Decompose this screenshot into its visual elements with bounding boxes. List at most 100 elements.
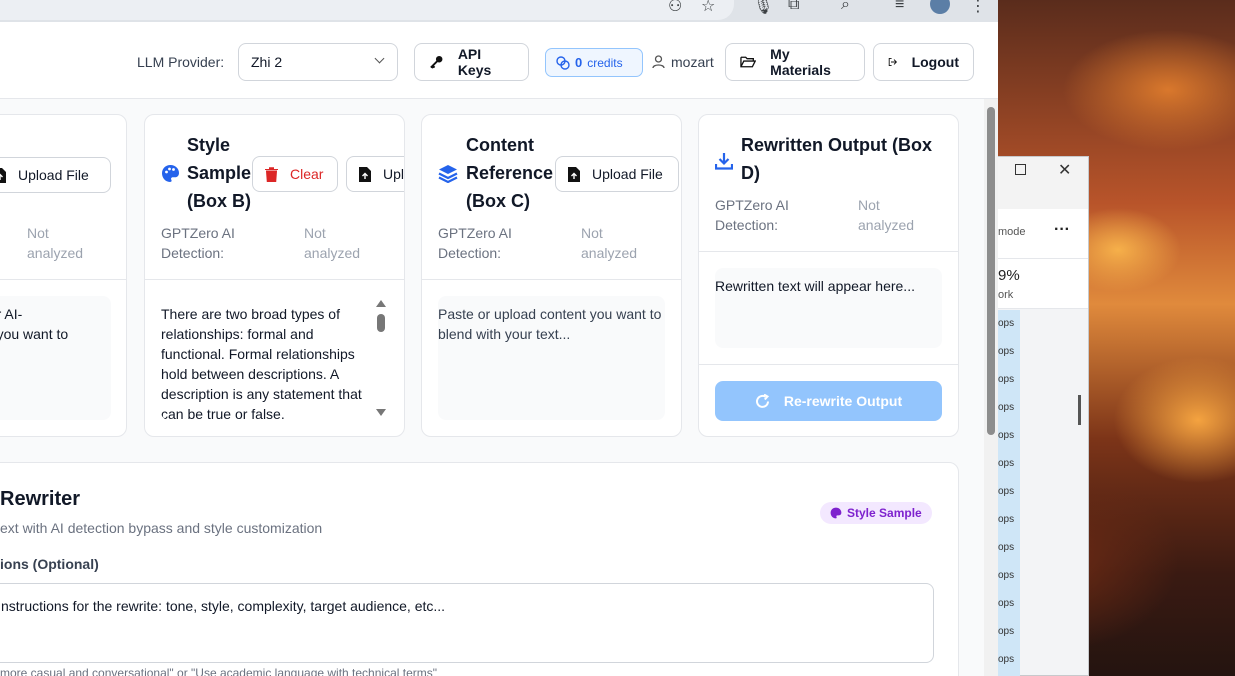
divider: [145, 279, 404, 280]
maximize-icon[interactable]: [1015, 164, 1026, 175]
box-a-upload-label: Upload File: [18, 167, 89, 183]
my-materials-button[interactable]: My Materials: [725, 43, 865, 81]
percent-label: 9%: [998, 267, 1020, 284]
list-item[interactable]: ops: [998, 646, 1020, 674]
media-icon[interactable]: ≡: [895, 0, 904, 14]
style-sample-badge-label: Style Sample: [847, 506, 922, 520]
box-a-detection-value: Not analyzed: [27, 225, 84, 261]
box-c-upload-button[interactable]: Upload File: [555, 156, 679, 192]
background-window-toolbar: mode ···: [998, 209, 1088, 259]
more-options-icon[interactable]: ···: [1054, 221, 1070, 239]
box-b-scrollbar[interactable]: [376, 300, 386, 420]
divider: [0, 279, 126, 280]
api-keys-button[interactable]: API Keys: [414, 43, 529, 81]
list-item[interactable]: ops: [998, 338, 1020, 366]
instructions-input[interactable]: nstructions for the rewrite: tone, style…: [0, 583, 934, 663]
list-item[interactable]: ops: [998, 422, 1020, 450]
scroll-up-icon[interactable]: [376, 300, 386, 307]
incognito-icon[interactable]: ⚇: [668, 0, 682, 16]
refresh-icon: [755, 393, 769, 408]
background-window: ✕ mode ··· 9% ork ops ops ops ops ops op…: [998, 156, 1089, 676]
box-d-detection-value: Not analyzed: [858, 197, 915, 233]
list-item[interactable]: ops: [998, 590, 1020, 618]
address-bar[interactable]: [0, 0, 734, 20]
page-scrollbar-thumb[interactable]: [987, 107, 995, 435]
llm-provider-label: LLM Provider:: [137, 54, 225, 70]
box-d-detection-label: GPTZero AI Detection:: [715, 197, 789, 233]
avatar[interactable]: [930, 0, 950, 14]
instructions-hint: more casual and conversational" or "Use …: [0, 666, 437, 676]
layers-icon: [438, 165, 458, 183]
box-a-textarea[interactable]: our AI- at you want to: [0, 296, 111, 420]
rerewrite-label: Re-rewrite Output: [783, 393, 903, 409]
username: mozart: [671, 54, 714, 70]
style-sample-badge: Style Sample: [820, 502, 932, 524]
list-item[interactable]: ops: [998, 394, 1020, 422]
palette-icon: [162, 165, 179, 182]
scroll-down-icon[interactable]: [376, 409, 386, 416]
microphone-icon[interactable]: 🎙: [753, 0, 773, 16]
list-item[interactable]: ops: [998, 534, 1020, 562]
box-c-detection-value: Not analyzed: [581, 225, 638, 261]
rewriter-subtitle: ext with AI detection bypass and style c…: [0, 520, 323, 536]
list-item[interactable]: ops: [998, 310, 1020, 338]
box-a-card: Upload File Not analyzed our AI- at you …: [0, 114, 127, 437]
box-c-title: Content Reference (Box C): [466, 135, 554, 211]
bookmark-star-icon[interactable]: ☆: [701, 0, 715, 16]
box-b-textarea[interactable]: There are two broad types of relationshi…: [161, 296, 373, 420]
mode-label: mode: [998, 226, 1026, 238]
logout-button[interactable]: Logout: [873, 43, 974, 81]
trash-icon: [265, 166, 278, 182]
lens-icon[interactable]: ⌕: [841, 0, 850, 14]
extensions-icon[interactable]: ⧉: [788, 0, 799, 14]
divider: [699, 251, 958, 252]
llm-provider-select[interactable]: Zhi 2: [238, 43, 398, 81]
list-item[interactable]: ops: [998, 506, 1020, 534]
file-upload-icon: [568, 166, 580, 182]
box-b-detection-label: GPTZero AI Detection:: [161, 225, 235, 261]
page-scrollbar[interactable]: [984, 99, 998, 676]
user-info: mozart: [652, 54, 714, 70]
box-d-output: Rewritten text will appear here...: [715, 268, 942, 348]
scrollbar-thumb[interactable]: [377, 314, 385, 332]
api-keys-label: API Keys: [457, 46, 492, 78]
list-item[interactable]: ops: [998, 366, 1020, 394]
background-window-titlebar: ✕: [998, 157, 1088, 209]
coins-icon: [556, 55, 570, 70]
instructions-label: ions (Optional): [0, 556, 99, 572]
my-materials-label: My Materials: [770, 46, 831, 78]
list-item[interactable]: ops: [998, 618, 1020, 646]
work-label: ork: [998, 289, 1014, 301]
box-c-textarea[interactable]: Paste or upload content you want to blen…: [438, 296, 665, 420]
box-b-clear-button[interactable]: Clear: [252, 156, 338, 192]
credits-label: credits: [587, 55, 623, 70]
divider: [422, 279, 681, 280]
file-upload-icon: [359, 166, 371, 182]
box-b-upload-button[interactable]: Uploa: [346, 156, 405, 192]
logout-icon: [888, 57, 898, 67]
download-icon: [715, 153, 733, 170]
box-b-clear-label: Clear: [290, 166, 324, 182]
palette-icon: [830, 507, 842, 519]
credits-badge[interactable]: 0 credits: [545, 48, 643, 77]
list-item[interactable]: ops: [998, 450, 1020, 478]
background-window-status: 9% ork: [998, 259, 1088, 309]
close-icon[interactable]: ✕: [1058, 160, 1071, 180]
browser-toolbar: ⚇ ☆ 🎙 ⧉ ⌕ ≡ ⋮: [0, 0, 998, 22]
box-b-upload-label: Uploa: [383, 166, 405, 182]
list-item[interactable]: ops: [998, 562, 1020, 590]
menu-kebab-icon[interactable]: ⋮: [970, 0, 986, 16]
list-item[interactable]: ops: [998, 478, 1020, 506]
box-b-card: Style Sample (Box B) Clear Uploa GPTZero…: [144, 114, 405, 437]
credits-count: 0: [575, 55, 583, 70]
rerewrite-button[interactable]: Re-rewrite Output: [715, 381, 942, 421]
key-icon: [430, 55, 443, 69]
box-b-title: Style Sample (Box B): [187, 135, 252, 211]
box-c-detection-label: GPTZero AI Detection:: [438, 225, 512, 261]
browser-window: ⚇ ☆ 🎙 ⧉ ⌕ ≡ ⋮ LLM Provider: Zhi 2 API Ke…: [0, 0, 998, 676]
folder-open-icon: [740, 56, 757, 68]
app-header: LLM Provider: Zhi 2 API Keys 0 credits m…: [0, 22, 998, 99]
box-a-upload-button[interactable]: Upload File: [0, 157, 111, 193]
background-window-scrollbar[interactable]: [1078, 395, 1081, 425]
user-icon: [652, 55, 665, 69]
